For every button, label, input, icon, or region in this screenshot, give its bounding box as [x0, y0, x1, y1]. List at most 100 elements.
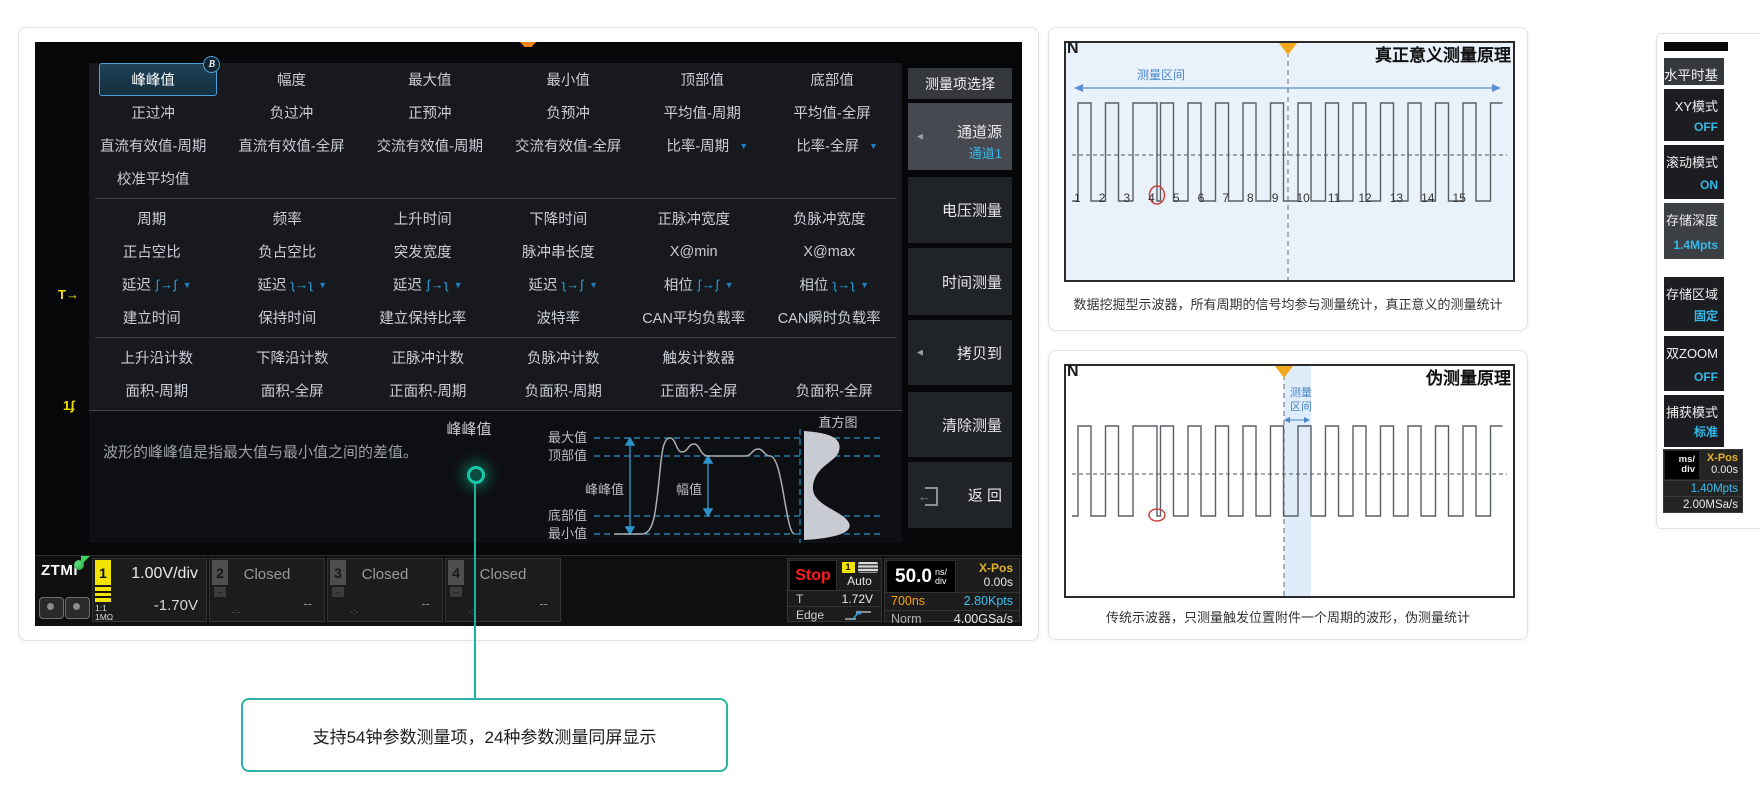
channel-block[interactable]: 2 – Closed -- -:-: [209, 558, 325, 622]
panel-caption: 传统示波器，只测量触发位置附件一个周期的波形，伪测量统计: [1049, 607, 1527, 626]
trigger-marker-icon: [1279, 43, 1297, 55]
measurement-item[interactable]: 最大值: [376, 63, 494, 96]
channel-block[interactable]: 4 – Closed -- -:-: [445, 558, 561, 622]
measurement-item[interactable]: 直流有效值-全屏: [237, 129, 355, 162]
menu-item[interactable]: 存储深度 1.4Mpts: [1664, 203, 1724, 259]
trigger-position-marker[interactable]: [520, 42, 536, 47]
measurement-item[interactable]: 负预冲: [514, 96, 632, 129]
cycle-number: 9: [1272, 191, 1279, 205]
measurement-item[interactable]: 峰峰值 B: [99, 63, 217, 96]
measurement-item[interactable]: 下降沿计数: [235, 341, 351, 374]
softkey-clear-measure[interactable]: 清除测量: [908, 392, 1012, 457]
measurement-item[interactable]: 底部值: [782, 63, 892, 96]
cycle-number: 15: [1453, 191, 1466, 205]
measurement-item[interactable]: 面积-全屏: [235, 374, 351, 407]
measurement-item[interactable]: [652, 162, 762, 195]
menu-item[interactable]: 存储区域 固定: [1664, 277, 1724, 331]
measurement-item[interactable]: 正过冲: [99, 96, 217, 129]
measurement-item[interactable]: 建立时间: [99, 301, 215, 334]
measurement-item[interactable]: [237, 162, 355, 195]
measurement-item-label: 上升时间: [394, 208, 452, 229]
measurement-item[interactable]: 波特率: [506, 301, 622, 334]
menu-item[interactable]: 捕获模式 标准: [1664, 395, 1724, 447]
measurement-item[interactable]: 平均值-全屏: [782, 96, 892, 129]
measurement-item[interactable]: 平均值-周期: [652, 96, 762, 129]
measurement-item[interactable]: 负面积-全屏: [777, 374, 893, 407]
measurement-item[interactable]: 交流有效值-全屏: [514, 129, 632, 162]
measurement-item[interactable]: 突发宽度: [370, 235, 486, 268]
xpos-value: 0.00s: [1707, 464, 1738, 476]
delay-value: 700ns: [891, 594, 925, 608]
softkey-value: 通道1: [969, 143, 1002, 162]
measurement-item[interactable]: 脉冲串长度: [506, 235, 622, 268]
measurement-item[interactable]: 触发计数器: [641, 341, 757, 374]
tap-gesture-icon[interactable]: [65, 597, 90, 619]
measurement-item[interactable]: 负过冲: [237, 96, 355, 129]
menu-item[interactable]: 双ZOOM OFF: [1664, 336, 1724, 391]
touch-gesture-icon[interactable]: [39, 597, 64, 619]
measurement-item[interactable]: 相位 ʃ→ʃ ▼: [641, 268, 757, 301]
measurement-item[interactable]: 延迟 ʅ→ʃ ▼: [506, 268, 622, 301]
measurement-item[interactable]: 比率-全屏 ▼: [782, 129, 892, 162]
trigger-level: 1.72V: [842, 592, 873, 606]
measurement-item[interactable]: 延迟 ʃ→ʃ ▼: [99, 268, 215, 301]
channel-block[interactable]: 3 – Closed -- -:-: [327, 558, 443, 622]
measurement-item[interactable]: 负脉冲宽度: [777, 202, 893, 235]
channel-state: Closed: [328, 566, 442, 583]
measurement-item[interactable]: CAN平均负载率: [641, 301, 757, 334]
measurement-item[interactable]: 校准平均值: [99, 162, 217, 195]
trigger-level-marker[interactable]: T→: [58, 287, 79, 302]
measurement-item[interactable]: 延迟 ʃ→ʅ ▼: [370, 268, 486, 301]
page: T→ 1ʄ 峰峰值 B 幅度: [0, 0, 1760, 800]
menu-item[interactable]: 滚动模式 ON: [1664, 145, 1724, 199]
measurement-item[interactable]: 正占空比: [99, 235, 215, 268]
softkey-channel-source[interactable]: ◄ 通道源 通道1: [908, 103, 1012, 170]
measurement-item[interactable]: 频率: [235, 202, 351, 235]
measurement-item[interactable]: 保持时间: [235, 301, 351, 334]
measurement-item[interactable]: 建立保持比率: [370, 301, 486, 334]
measurement-item[interactable]: X@max: [777, 235, 893, 268]
measurement-item[interactable]: 负面积-周期: [506, 374, 622, 407]
measurement-item[interactable]: 顶部值: [652, 63, 762, 96]
chevron-down-icon: ▼: [183, 280, 192, 290]
measurement-item[interactable]: 延迟 ʅ→ʅ ▼: [235, 268, 351, 301]
measurement-item[interactable]: 正脉冲计数: [370, 341, 486, 374]
measurement-item[interactable]: 上升时间: [370, 202, 486, 235]
softkey-voltage-measure[interactable]: 电压测量: [908, 177, 1012, 243]
measurement-item[interactable]: 最小值: [514, 63, 632, 96]
measurement-item[interactable]: 负脉冲计数: [506, 341, 622, 374]
softkey-time-measure[interactable]: 时间测量: [908, 248, 1012, 315]
edge-pair-icon: ʃ→ʃ: [698, 277, 720, 292]
measurement-item[interactable]: 周期: [99, 202, 215, 235]
timebase-scale: 50.0: [895, 566, 932, 588]
measurement-item[interactable]: 正脉冲宽度: [641, 202, 757, 235]
measurement-item[interactable]: 交流有效值-周期: [376, 129, 494, 162]
measurement-item[interactable]: 相位 ʅ→ʅ ▼: [777, 268, 893, 301]
measurement-item[interactable]: CAN瞬时负载率: [777, 301, 893, 334]
measurement-item[interactable]: [782, 162, 892, 195]
measurement-item[interactable]: X@min: [641, 235, 757, 268]
measurement-item[interactable]: 下降时间: [506, 202, 622, 235]
measurement-item[interactable]: 上升沿计数: [99, 341, 215, 374]
channel1-ground-marker[interactable]: 1ʄ: [63, 398, 75, 413]
measurement-item[interactable]: 正预冲: [376, 96, 494, 129]
measurement-item[interactable]: 正面积-全屏: [641, 374, 757, 407]
run-state: Stop: [789, 560, 837, 591]
trigger-block[interactable]: Stop 1 Auto T 1.72V: [787, 558, 882, 622]
timebase-block[interactable]: 50.0 ns/div X-Pos 0.00s 700ns 2.80Kpts: [884, 558, 1020, 622]
measurement-item[interactable]: [376, 162, 494, 195]
channel1-block[interactable]: 1 1:11MΩ 1.00V/div -1.70V: [92, 558, 207, 622]
softkey-back[interactable]: ← 返 回: [908, 462, 1012, 528]
brand-logo: ZTMI: [41, 562, 78, 579]
measurement-item[interactable]: 比率-周期 ▼: [652, 129, 762, 162]
menu-item[interactable]: XY模式 OFF: [1664, 89, 1724, 141]
softkey-copy-to[interactable]: ◄ 拷贝到: [908, 320, 1012, 385]
measurement-item[interactable]: 正面积-周期: [370, 374, 486, 407]
measurement-item[interactable]: 幅度: [237, 63, 355, 96]
measurement-item[interactable]: [514, 162, 632, 195]
measurement-item[interactable]: 负占空比: [235, 235, 351, 268]
measurement-item[interactable]: 直流有效值-周期: [99, 129, 217, 162]
measurement-item[interactable]: 面积-周期: [99, 374, 215, 407]
panel-title: 伪测量原理: [1426, 364, 1511, 389]
measurement-item[interactable]: [777, 341, 893, 374]
